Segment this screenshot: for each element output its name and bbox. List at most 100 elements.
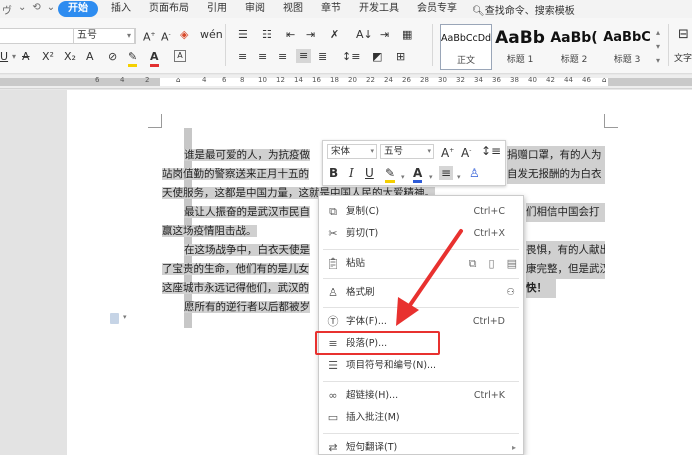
chevron-down-icon[interactable]: ▾: [401, 170, 405, 184]
command-search[interactable]: 🔍︎查找命令、搜索模板: [472, 2, 575, 17]
menu-item-paste[interactable]: 📋︎ 粘贴 ⧉ ▯ ▤: [319, 253, 523, 275]
format-painter-icon[interactable]: ♙: [469, 166, 480, 180]
align-left-icon[interactable]: ≡: [238, 50, 247, 64]
underline-icon[interactable]: U: [0, 50, 8, 64]
chinese-layout-icon[interactable]: ✗: [330, 28, 339, 42]
ruler-number: 46: [582, 76, 591, 84]
menu-item-bullets[interactable]: ☰ 项目符号和编号(N)...: [319, 355, 523, 377]
style-heading-1[interactable]: AaBb 标题 1: [494, 24, 546, 70]
superscript-icon[interactable]: X²: [42, 50, 54, 64]
text-tools-label[interactable]: 文字: [674, 52, 692, 66]
tab-developer[interactable]: 开发工具: [350, 0, 408, 18]
paste-text-only-icon[interactable]: ▤: [507, 253, 517, 275]
font-color-icon[interactable]: A: [413, 166, 423, 183]
grow-font-icon[interactable]: A+: [143, 28, 156, 45]
menu-item-cut[interactable]: ✂ 剪切(T) Ctrl+X: [319, 223, 523, 245]
more-icon[interactable]: ⌄: [47, 2, 55, 17]
menu-item-shortcut: Ctrl+K: [473, 390, 505, 401]
tab-references[interactable]: 引用: [198, 0, 236, 18]
right-indent-marker-icon[interactable]: ⌂: [602, 76, 606, 84]
bullets-list-icon[interactable]: ☰: [238, 28, 248, 42]
chevron-down-icon[interactable]: ▾: [457, 170, 461, 184]
styles-scroll-up-icon[interactable]: ▴: [656, 26, 660, 40]
format-painter-quick-icon[interactable]: ⚇: [506, 282, 515, 304]
highlight-icon[interactable]: ✎: [385, 166, 396, 183]
font-color-icon[interactable]: A: [150, 50, 159, 67]
style-heading-3[interactable]: AaBbC 标题 3: [602, 24, 652, 70]
decrease-indent-icon[interactable]: ⇤: [286, 28, 295, 42]
table-icon[interactable]: ▦: [402, 28, 412, 42]
search-icon: 🔍︎: [472, 5, 485, 17]
show-marks-icon[interactable]: ⇥: [380, 28, 389, 42]
menu-item-copy[interactable]: ⧉ 复制(C) Ctrl+C: [319, 201, 523, 223]
shrink-font-icon[interactable]: A-: [161, 28, 171, 45]
subscript-icon[interactable]: X₂: [64, 50, 76, 64]
outline-icon[interactable]: ⊘: [108, 50, 117, 64]
styles-more-icon[interactable]: ▾: [656, 54, 660, 68]
style-heading-2[interactable]: AaBb( 标题 2: [548, 24, 600, 70]
justify-icon[interactable]: ≡: [296, 49, 312, 63]
tab-section[interactable]: 章节: [312, 0, 350, 18]
style-normal[interactable]: AaBbCcDd 正文: [440, 24, 492, 70]
paste-merge-format-icon[interactable]: ▯: [489, 253, 495, 275]
clear-format-icon[interactable]: ◈: [180, 28, 188, 42]
shrink-font-icon[interactable]: A-: [461, 144, 471, 160]
menu-item-shortcut: Ctrl+D: [472, 316, 505, 327]
underline-dropdown-icon[interactable]: ▾: [12, 50, 16, 64]
ruler-number: 30: [438, 76, 447, 84]
tab-member[interactable]: 会员专享: [408, 0, 466, 18]
tab-view[interactable]: 视图: [274, 0, 312, 18]
bold-button[interactable]: B: [329, 166, 338, 180]
menu-item-translate[interactable]: ⇄ 短句翻译(T) ▸: [319, 437, 523, 455]
paste-keep-format-icon[interactable]: ⧉: [469, 253, 477, 275]
document-map-icon[interactable]: [110, 313, 119, 324]
phonetic-icon[interactable]: wén: [200, 28, 223, 42]
horizontal-ruler[interactable]: 6 4 2 ⌂ 4 6 8 10 12 14 16 18 20 22 24 26…: [0, 75, 692, 89]
line-spacing-icon[interactable]: ↕≡: [342, 50, 360, 64]
strikethrough-icon[interactable]: A: [22, 50, 30, 64]
shading-icon[interactable]: ◩: [372, 50, 382, 64]
quick-dropdown-icon[interactable]: ⌄: [18, 2, 26, 17]
chevron-down-icon[interactable]: ▾: [123, 313, 127, 321]
increase-indent-icon[interactable]: ⇥: [306, 28, 315, 42]
menu-item-format-painter[interactable]: ♙ 格式刷 ⚇: [319, 282, 523, 304]
menu-item-label: 短句翻译(T): [346, 442, 398, 453]
ruler-number: 26: [402, 76, 411, 84]
tab-review[interactable]: 审阅: [236, 0, 274, 18]
style-preview: AaBbC: [603, 30, 651, 45]
align-center-icon[interactable]: ≡: [258, 50, 267, 64]
quick-icon-1[interactable]: ヴ: [2, 2, 12, 17]
numbered-list-icon[interactable]: ☷: [262, 28, 272, 42]
menu-item-insert-comment[interactable]: ▭ 插入批注(M): [319, 407, 523, 429]
justify-icon[interactable]: ≡: [439, 166, 454, 180]
menu-item-font[interactable]: Ⓣ 字体(F)... Ctrl+D: [319, 311, 523, 333]
translate-icon: ⇄: [328, 441, 338, 454]
styles-scroll-down-icon[interactable]: ▾: [656, 40, 660, 54]
grow-font-icon[interactable]: A+: [441, 144, 454, 160]
tab-page-layout[interactable]: 页面布局: [140, 0, 198, 18]
highlight-icon[interactable]: ✎: [128, 50, 138, 67]
crop-mark-top-right: [604, 114, 618, 128]
font-size-combo[interactable]: 五号 ▾: [73, 28, 135, 44]
borders-icon[interactable]: ⊞: [396, 50, 405, 64]
mini-size-combo[interactable]: 五号 ▾: [380, 144, 434, 159]
sort-icon[interactable]: A↓: [356, 28, 373, 42]
menu-item-hyperlink[interactable]: ∞ 超链接(H)... Ctrl+K: [319, 385, 523, 407]
text-effect-icon[interactable]: A: [86, 50, 94, 64]
chevron-down-icon[interactable]: ▾: [429, 170, 433, 184]
tab-insert[interactable]: 插入: [102, 0, 140, 18]
line-spacing-icon[interactable]: ↕≡: [481, 144, 501, 158]
selected-text: 这座城市永远记得他们，武汉的: [162, 282, 309, 294]
indent-marker-icon[interactable]: ⌂: [176, 76, 180, 84]
italic-button[interactable]: I: [349, 166, 354, 180]
text-tools-icon[interactable]: ⊟: [678, 28, 689, 42]
tab-home[interactable]: 开始: [58, 1, 98, 17]
menu-item-label: 格式刷: [346, 287, 375, 298]
underline-icon[interactable]: U: [365, 166, 374, 180]
distributed-icon[interactable]: ≣: [318, 50, 327, 64]
align-right-icon[interactable]: ≡: [278, 50, 287, 64]
mini-font-combo[interactable]: 宋体 ▾: [327, 144, 377, 159]
char-border-icon[interactable]: A: [174, 50, 186, 62]
undo-icon[interactable]: ⟲: [32, 2, 40, 17]
menu-item-label: 粘贴: [346, 258, 366, 269]
